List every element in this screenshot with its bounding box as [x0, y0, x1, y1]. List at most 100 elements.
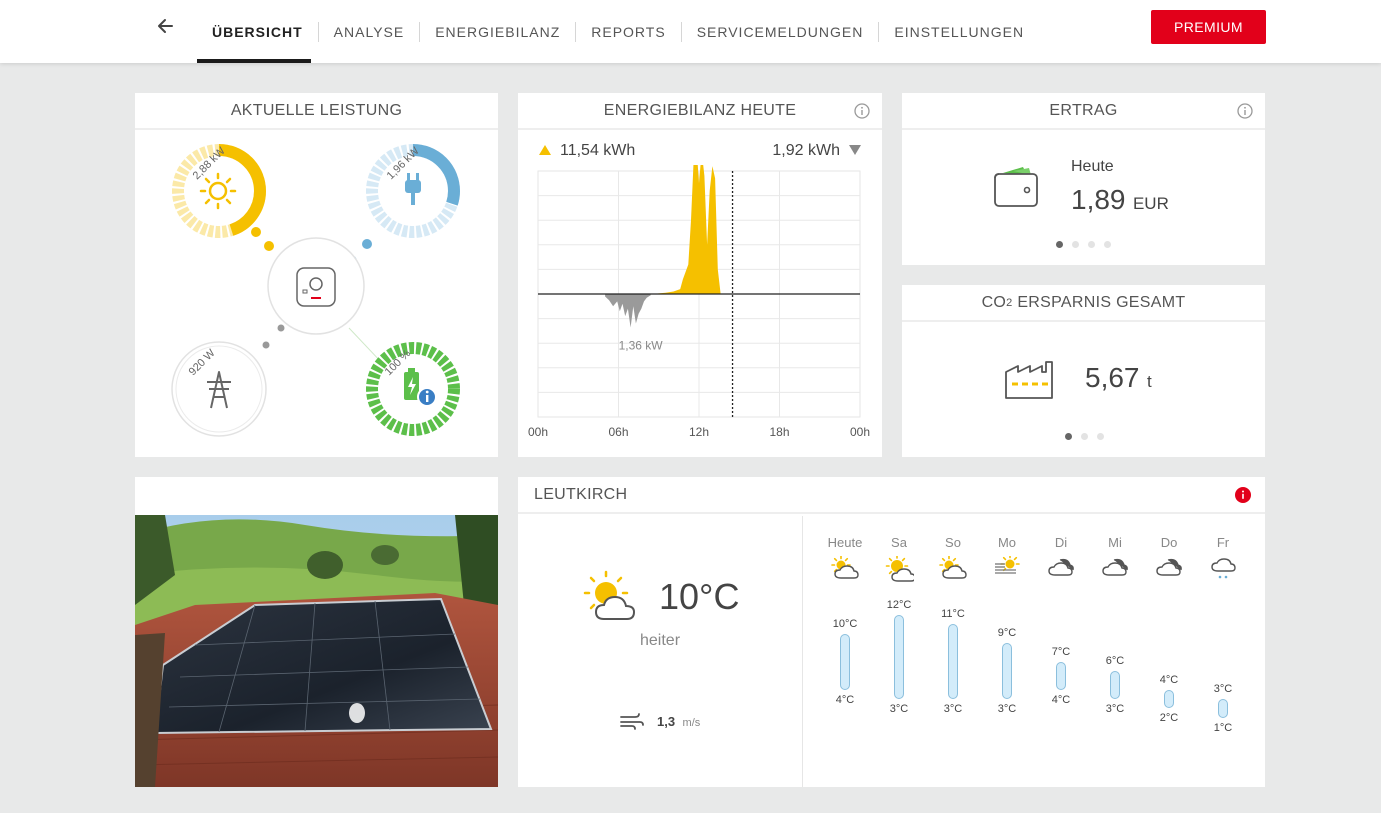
tab-analyse[interactable]: ANALYSE — [317, 21, 420, 42]
forecast-high: 6°C — [1105, 655, 1125, 667]
pagination-dot[interactable] — [1088, 241, 1095, 248]
tab-reports[interactable]: REPORTS — [575, 21, 680, 42]
plug-icon — [405, 173, 421, 205]
cloudy-icon — [1102, 558, 1128, 576]
yield-amount: 1,89 EUR — [1071, 184, 1169, 216]
pagination-dot[interactable] — [1104, 241, 1111, 248]
tab-einstellungen[interactable]: EINSTELLUNGEN — [878, 21, 1039, 42]
forecast-day[interactable]: Mi — [1088, 535, 1142, 582]
pv-node[interactable] — [172, 144, 266, 238]
wind-value: 1,3 — [657, 714, 676, 729]
forecast-day[interactable]: So — [926, 535, 980, 582]
forecast-day-label: Di — [1054, 535, 1068, 550]
alert-info-icon[interactable] — [1235, 487, 1251, 503]
partly-sunny-icon — [831, 556, 859, 579]
forecast-high: 11°C — [941, 608, 965, 621]
forecast-high: 10°C — [832, 617, 858, 630]
yield-card[interactable]: ERTRAG Heute 1,89 EUR — [902, 93, 1265, 265]
weather-card[interactable]: LEUTKIRCH 10°C heiter 1,3 m/s Heute 10°C 4… — [518, 477, 1265, 787]
temperature-range-bar — [1002, 643, 1012, 699]
forecast-low: 1°C — [1213, 721, 1233, 734]
premium-button[interactable]: PREMIUM — [1151, 10, 1266, 44]
x-tick-label: 06h — [608, 425, 628, 439]
plant-photo-card[interactable] — [135, 477, 498, 787]
solar-roof-photo — [135, 515, 498, 787]
forecast-low: 4°C — [1051, 693, 1071, 706]
produced-triangle-icon — [539, 145, 551, 155]
partly-sunny-icon — [939, 556, 967, 579]
power-flow-diagram: 2,88 kW 1,96 kW 920 W 100 % — [171, 144, 460, 437]
yield-unit: EUR — [1132, 194, 1169, 213]
forecast-day[interactable]: Di — [1034, 535, 1088, 582]
card-title-text: ENERGIEBILANZ HEUTE — [603, 101, 797, 119]
forecast-low: 2°C — [1159, 712, 1179, 725]
yield-period: Heute — [1071, 158, 1114, 175]
pagination-dot[interactable] — [1081, 433, 1088, 440]
forecast-day-label: Do — [1160, 535, 1178, 550]
pagination-dot[interactable] — [1072, 241, 1079, 248]
temperature-range-bar — [948, 624, 958, 699]
weather-condition: heiter — [640, 632, 681, 649]
co2-value: 5,67 — [1085, 362, 1140, 393]
forecast-day-label: So — [945, 535, 961, 550]
pagination-dots[interactable] — [1065, 433, 1104, 440]
forecast-high: 12°C — [886, 599, 912, 611]
x-tick-label: 12h — [689, 425, 709, 439]
tab-servicemeldungen[interactable]: SERVICEMELDUNGEN — [680, 21, 879, 42]
battery-node[interactable] — [366, 342, 460, 436]
pagination-dot[interactable] — [1097, 433, 1104, 440]
co2-amount: 5,67 t — [1085, 362, 1152, 394]
energy-balance-card[interactable]: ENERGIEBILANZ HEUTE 11,54 kWh 1,92 kWh 6… — [518, 93, 882, 457]
sunny-cloud-icon — [885, 556, 914, 582]
forecast-low: 4°C — [835, 693, 855, 706]
forecast-day-label: Mo — [997, 535, 1017, 550]
pagination-dot[interactable] — [1065, 433, 1072, 440]
sun-fog-icon — [995, 556, 1020, 574]
forecast-day-label: Heute — [827, 535, 863, 550]
x-tick-label: 00h — [528, 425, 548, 439]
card-title: AKTUELLE LEISTUNG — [135, 93, 498, 130]
forecast-day[interactable]: Mo — [980, 535, 1034, 582]
forecast-high: 3°C — [1213, 683, 1233, 695]
forecast-day-label: Sa — [891, 535, 907, 550]
forecast-day[interactable]: Sa — [872, 535, 926, 582]
produced-energy: 11,54 kWh — [560, 142, 636, 159]
grid-node[interactable] — [171, 341, 267, 437]
x-tick-label: 00h — [850, 425, 870, 439]
battery-icon — [404, 368, 419, 400]
inverter-node[interactable] — [267, 237, 365, 335]
pagination-dot[interactable] — [1056, 241, 1063, 248]
card-title-pre: CO — [981, 293, 1007, 311]
info-icon[interactable] — [1237, 103, 1253, 119]
weather-divider — [802, 516, 803, 787]
temperature-range-bar — [1110, 671, 1120, 699]
current-power-card[interactable]: AKTUELLE LEISTUNG 2,88 kW 1,96 kW 920 W … — [135, 93, 498, 457]
forecast-low: 3°C — [1105, 703, 1125, 715]
consumption-node[interactable] — [366, 144, 460, 238]
forecast-low: 3°C — [943, 703, 963, 715]
tab-uebersicht[interactable]: ÜBERSICHT — [197, 22, 318, 42]
forecast-high: 9°C — [997, 627, 1017, 639]
wind-unit: m/s — [682, 717, 701, 729]
card-title-post: ERSPARNIS GESAMT — [1012, 293, 1186, 311]
tab-energiebilanz[interactable]: ENERGIEBILANZ — [419, 21, 575, 42]
forecast-day[interactable]: Heute — [818, 535, 872, 582]
consumed-triangle-icon — [849, 145, 861, 155]
forecast-day-label: Mi — [1108, 535, 1122, 550]
energy-balance-chart[interactable]: 6,11 kW1,36 kW00h06h12h18h00h — [518, 165, 882, 455]
pagination-dots[interactable] — [1056, 241, 1111, 248]
temperature-range-bar — [1056, 661, 1066, 690]
forecast-day[interactable]: Fr — [1196, 535, 1250, 582]
co2-unit: t — [1146, 372, 1152, 391]
weather-location: LEUTKIRCH — [534, 485, 628, 503]
temperature-range-bar — [1164, 689, 1174, 709]
wallet-icon — [994, 167, 1038, 207]
x-tick-label: 18h — [769, 425, 789, 439]
card-title: CO 2 ERSPARNIS GESAMT — [902, 285, 1265, 322]
forecast-day[interactable]: Do — [1142, 535, 1196, 582]
info-icon[interactable] — [854, 103, 870, 119]
current-temperature: 10°C — [659, 576, 740, 617]
back-arrow-icon[interactable] — [152, 12, 180, 40]
battery-info-icon — [417, 387, 437, 407]
co2-savings-card[interactable]: CO 2 ERSPARNIS GESAMT 5,67 t — [902, 285, 1265, 457]
